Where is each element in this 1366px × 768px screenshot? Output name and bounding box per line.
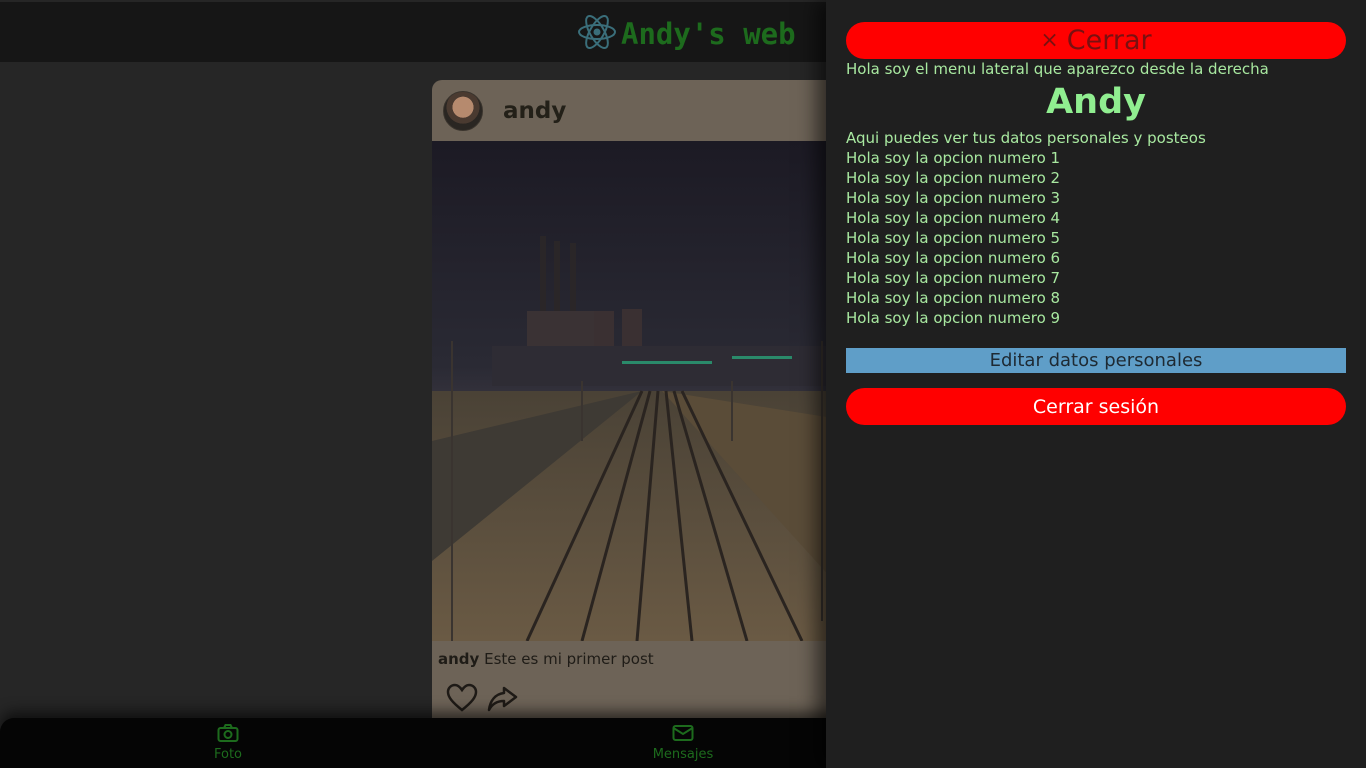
caption-text: Este es mi primer post	[484, 650, 654, 668]
post-card: andy andy Este es mi primer post	[432, 80, 852, 740]
option-item-1[interactable]: Hola soy la opcion numero 1	[846, 148, 1060, 168]
nav-label-foto: Foto	[213, 747, 243, 762]
camera-icon	[217, 723, 239, 747]
edit-profile-button[interactable]: Editar datos personales	[846, 348, 1346, 373]
option-item-4[interactable]: Hola soy la opcion numero 4	[846, 208, 1060, 228]
logout-button[interactable]: Cerrar sesión	[846, 388, 1346, 425]
caption-username[interactable]: andy	[438, 650, 479, 668]
react-atom-icon	[577, 12, 617, 56]
option-item-2[interactable]: Hola soy la opcion numero 2	[846, 168, 1060, 188]
panel-description: Aqui puedes ver tus datos personales y p…	[846, 129, 1206, 147]
option-item-6[interactable]: Hola soy la opcion numero 6	[846, 248, 1060, 268]
post-caption: andy Este es mi primer post	[438, 650, 654, 668]
post-image[interactable]	[432, 141, 852, 641]
post-actions	[446, 682, 518, 718]
option-item-8[interactable]: Hola soy la opcion numero 8	[846, 288, 1060, 308]
option-item-5[interactable]: Hola soy la opcion numero 5	[846, 228, 1060, 248]
close-label: Cerrar	[1066, 25, 1152, 56]
avatar[interactable]	[443, 90, 483, 131]
close-icon: ×	[1040, 28, 1059, 53]
share-icon[interactable]	[486, 682, 518, 718]
option-item-9[interactable]: Hola soy la opcion numero 9	[846, 308, 1060, 328]
panel-intro: Hola soy el menu lateral que aparezco de…	[846, 60, 1269, 78]
option-item-3[interactable]: Hola soy la opcion numero 3	[846, 188, 1060, 208]
option-item-7[interactable]: Hola soy la opcion numero 7	[846, 268, 1060, 288]
nav-label-mensajes: Mensajes	[652, 747, 714, 762]
close-panel-button[interactable]: × Cerrar	[846, 22, 1346, 59]
post-header: andy	[432, 80, 852, 141]
nav-item-foto[interactable]: Foto	[205, 723, 251, 762]
option-list: Hola soy la opcion numero 1 Hola soy la …	[846, 148, 1060, 328]
profile-name: Andy	[1046, 82, 1146, 122]
nav-item-mensajes[interactable]: Mensajes	[645, 723, 721, 762]
brand[interactable]: Andy's web	[577, 12, 796, 56]
side-panel: × Cerrar Hola soy el menu lateral que ap…	[826, 0, 1366, 768]
site-title: Andy's web	[621, 17, 796, 51]
heart-icon[interactable]	[446, 682, 478, 718]
envelope-icon	[672, 723, 694, 747]
post-username[interactable]: andy	[503, 98, 566, 124]
